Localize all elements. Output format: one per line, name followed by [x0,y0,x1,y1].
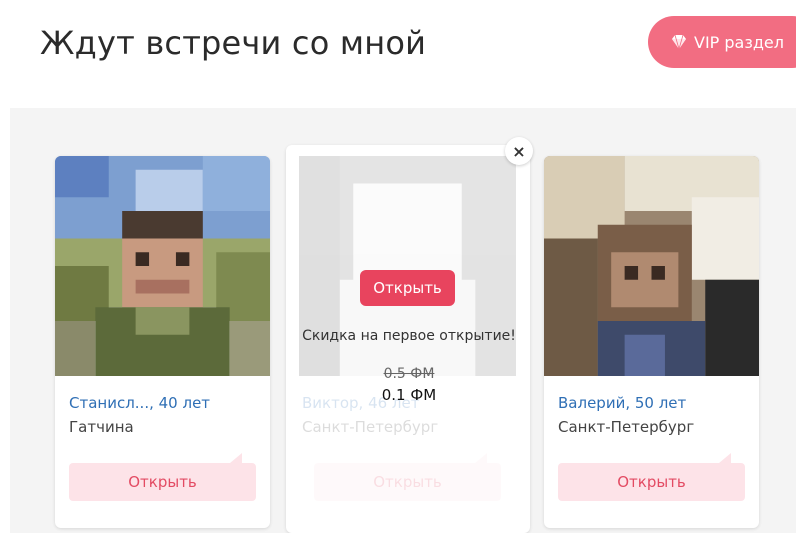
profile-photo-pixelated[interactable] [544,156,759,376]
speech-tail-decoration [719,453,731,463]
promo-open-button[interactable]: Открыть [360,270,455,306]
profile-city: Санкт-Петербург [558,418,695,436]
speech-tail-decoration [230,453,242,463]
close-icon[interactable]: × [505,137,533,165]
open-profile-button[interactable]: Открыть [558,453,745,501]
profile-photo-pixelated[interactable] [55,156,270,376]
profile-card[interactable]: Валерий, 50 лет Санкт-Петербург Открыть [544,156,759,528]
open-profile-label: Открыть [373,473,442,491]
open-profile-button[interactable]: Открыть [69,453,256,501]
promo-discount-text: Скидка на первое открытие! [302,328,516,344]
open-profile-label: Открыть [128,473,197,491]
old-price: 0.5 ФМ [383,366,435,382]
new-price: 0.1 ФМ [381,386,437,404]
page-title: Ждут встречи со мной [40,24,427,62]
profile-city: Санкт-Петербург [302,418,439,436]
profile-card[interactable]: Станисл..., 40 лет Гатчина Открыть [55,156,270,528]
speech-tail-decoration [475,453,487,463]
diamond-icon [670,33,688,51]
profile-name[interactable]: Станисл..., 40 лет [69,394,210,412]
open-profile-button: Открыть [314,453,501,501]
profile-name[interactable]: Валерий, 50 лет [558,394,686,412]
profile-city: Гатчина [69,418,134,436]
vip-section-label: VIP раздел [694,32,784,52]
vip-section-button[interactable]: VIP раздел [648,16,796,68]
open-profile-label: Открыть [617,473,686,491]
